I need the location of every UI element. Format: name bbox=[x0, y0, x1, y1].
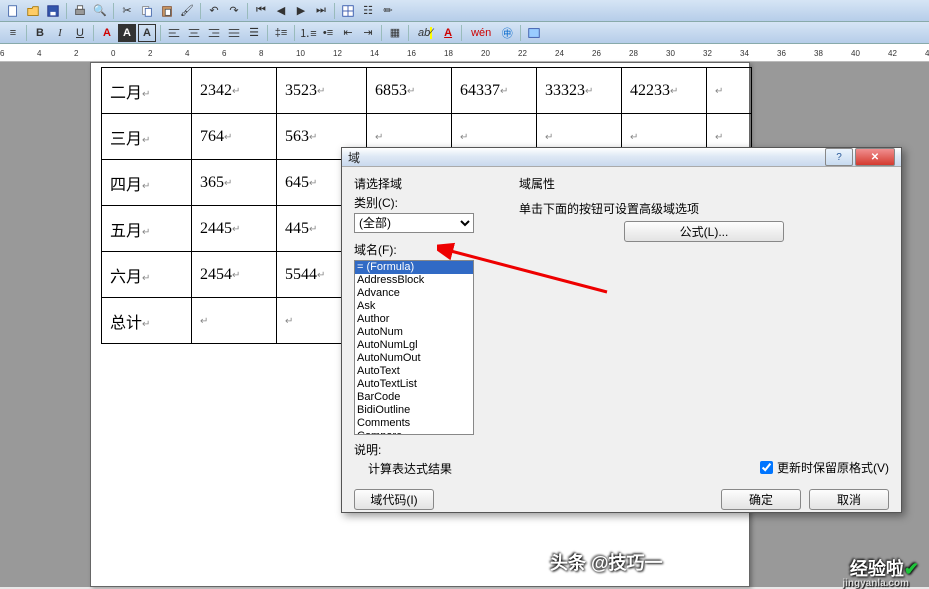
font-color2-icon[interactable]: A bbox=[439, 24, 457, 42]
field-list-item[interactable]: Ask bbox=[355, 300, 473, 313]
table-row[interactable]: 二月↵2342↵3523↵6853↵64337↵33323↵42233↵↵ bbox=[102, 68, 752, 114]
char-border-icon[interactable]: A bbox=[138, 24, 156, 42]
increase-indent-icon[interactable]: ⇥ bbox=[359, 24, 377, 42]
cancel-button[interactable]: 取消 bbox=[809, 489, 889, 510]
format-painter-icon[interactable]: 🖌 bbox=[178, 2, 196, 20]
char-shading-icon[interactable]: A bbox=[118, 24, 136, 42]
dialog-titlebar[interactable]: 域 ? ✕ bbox=[342, 148, 901, 167]
drawing-icon[interactable]: ✏ bbox=[379, 2, 397, 20]
italic-button[interactable]: I bbox=[51, 24, 69, 42]
field-list-item[interactable]: = (Formula) bbox=[355, 261, 473, 274]
highlight-icon[interactable]: ab⁄ bbox=[413, 24, 437, 42]
align-right-icon[interactable] bbox=[205, 24, 223, 42]
nav-last-icon[interactable]: ⏭ bbox=[312, 2, 330, 20]
decrease-indent-icon[interactable]: ⇤ bbox=[339, 24, 357, 42]
field-list-item[interactable]: BidiOutline bbox=[355, 404, 473, 417]
field-list-item[interactable]: AutoNumOut bbox=[355, 352, 473, 365]
align-left-icon[interactable] bbox=[165, 24, 183, 42]
borders-icon[interactable]: ▦ bbox=[386, 24, 404, 42]
fieldname-label: 域名(F): bbox=[354, 241, 499, 258]
field-code-button[interactable]: 域代码(I) bbox=[354, 489, 434, 510]
toolbar-formatting: ≡ B I U A A A ☰ ‡≡ ⒈≡ •≡ ⇤ ⇥ ▦ ab⁄ A wén… bbox=[0, 22, 929, 44]
dialog-title: 域 bbox=[348, 149, 823, 166]
print-icon[interactable] bbox=[71, 2, 89, 20]
description-label: 说明: bbox=[354, 441, 499, 458]
select-field-label: 请选择域 bbox=[354, 175, 499, 192]
bold-button[interactable]: B bbox=[31, 24, 49, 42]
style-icon[interactable]: ≡ bbox=[4, 24, 22, 42]
save-icon[interactable] bbox=[44, 2, 62, 20]
cut-icon[interactable]: ✂ bbox=[118, 2, 136, 20]
nav-first-icon[interactable]: ⏮ bbox=[252, 2, 270, 20]
field-list-item[interactable]: AddressBlock bbox=[355, 274, 473, 287]
field-dialog: 域 ? ✕ 请选择域 类别(C): (全部) 域名(F): = (Formula… bbox=[341, 147, 902, 513]
field-props-hint: 单击下面的按钮可设置高级域选项 bbox=[519, 200, 889, 217]
nav-next-icon[interactable]: ▶ bbox=[292, 2, 310, 20]
field-list-item[interactable]: Advance bbox=[355, 287, 473, 300]
toolbar-standard: 🔍 ✂ 🖌 ↶ ↷ ⏮ ◀ ▶ ⏭ ☷ ✏ bbox=[0, 0, 929, 22]
field-list-item[interactable]: AutoText bbox=[355, 365, 473, 378]
nav-prev-icon[interactable]: ◀ bbox=[272, 2, 290, 20]
preview-icon[interactable]: 🔍 bbox=[91, 2, 109, 20]
font-color-icon[interactable]: A bbox=[98, 24, 116, 42]
preserve-format-input[interactable] bbox=[760, 461, 773, 474]
brand-watermark: 经验啦✔ jingyanla.com bbox=[850, 555, 919, 581]
paste-icon[interactable] bbox=[158, 2, 176, 20]
line-spacing-icon[interactable]: ‡≡ bbox=[272, 24, 290, 42]
columns-icon[interactable]: ☷ bbox=[359, 2, 377, 20]
close-button[interactable]: ✕ bbox=[855, 148, 895, 166]
description-value: 计算表达式结果 bbox=[354, 460, 499, 477]
reading-icon[interactable] bbox=[525, 24, 543, 42]
numbering-icon[interactable]: ⒈≡ bbox=[299, 24, 317, 42]
enclose-icon[interactable]: ㊥ bbox=[498, 24, 516, 42]
align-center-icon[interactable] bbox=[185, 24, 203, 42]
table-icon[interactable] bbox=[339, 2, 357, 20]
open-icon[interactable] bbox=[24, 2, 42, 20]
field-listbox[interactable]: = (Formula)AddressBlockAdvanceAskAuthorA… bbox=[354, 260, 474, 435]
field-props-label: 域属性 bbox=[519, 175, 889, 192]
preserve-format-checkbox[interactable]: 更新时保留原格式(V) bbox=[760, 459, 889, 476]
copy-icon[interactable] bbox=[138, 2, 156, 20]
field-list-item[interactable]: Author bbox=[355, 313, 473, 326]
redo-icon[interactable]: ↷ bbox=[225, 2, 243, 20]
category-select[interactable]: (全部) bbox=[354, 213, 474, 233]
undo-icon[interactable]: ↶ bbox=[205, 2, 223, 20]
underline-button[interactable]: U bbox=[71, 24, 89, 42]
category-label: 类别(C): bbox=[354, 194, 499, 211]
help-button[interactable]: ? bbox=[825, 148, 853, 166]
phonetic-icon[interactable]: wén bbox=[466, 24, 496, 42]
field-list-item[interactable]: BarCode bbox=[355, 391, 473, 404]
ok-button[interactable]: 确定 bbox=[721, 489, 801, 510]
field-list-item[interactable]: AutoTextList bbox=[355, 378, 473, 391]
field-list-item[interactable]: Comments bbox=[355, 417, 473, 430]
headline-watermark: 头条 @技巧一 bbox=[550, 549, 663, 575]
formula-button[interactable]: 公式(L)... bbox=[624, 221, 784, 242]
field-list-item[interactable]: AutoNum bbox=[355, 326, 473, 339]
new-icon[interactable] bbox=[4, 2, 22, 20]
align-distribute-icon[interactable]: ☰ bbox=[245, 24, 263, 42]
horizontal-ruler[interactable]: 6420246810121416182022242628303234363840… bbox=[0, 44, 929, 62]
align-justify-icon[interactable] bbox=[225, 24, 243, 42]
field-list-item[interactable]: AutoNumLgl bbox=[355, 339, 473, 352]
bullets-icon[interactable]: •≡ bbox=[319, 24, 337, 42]
